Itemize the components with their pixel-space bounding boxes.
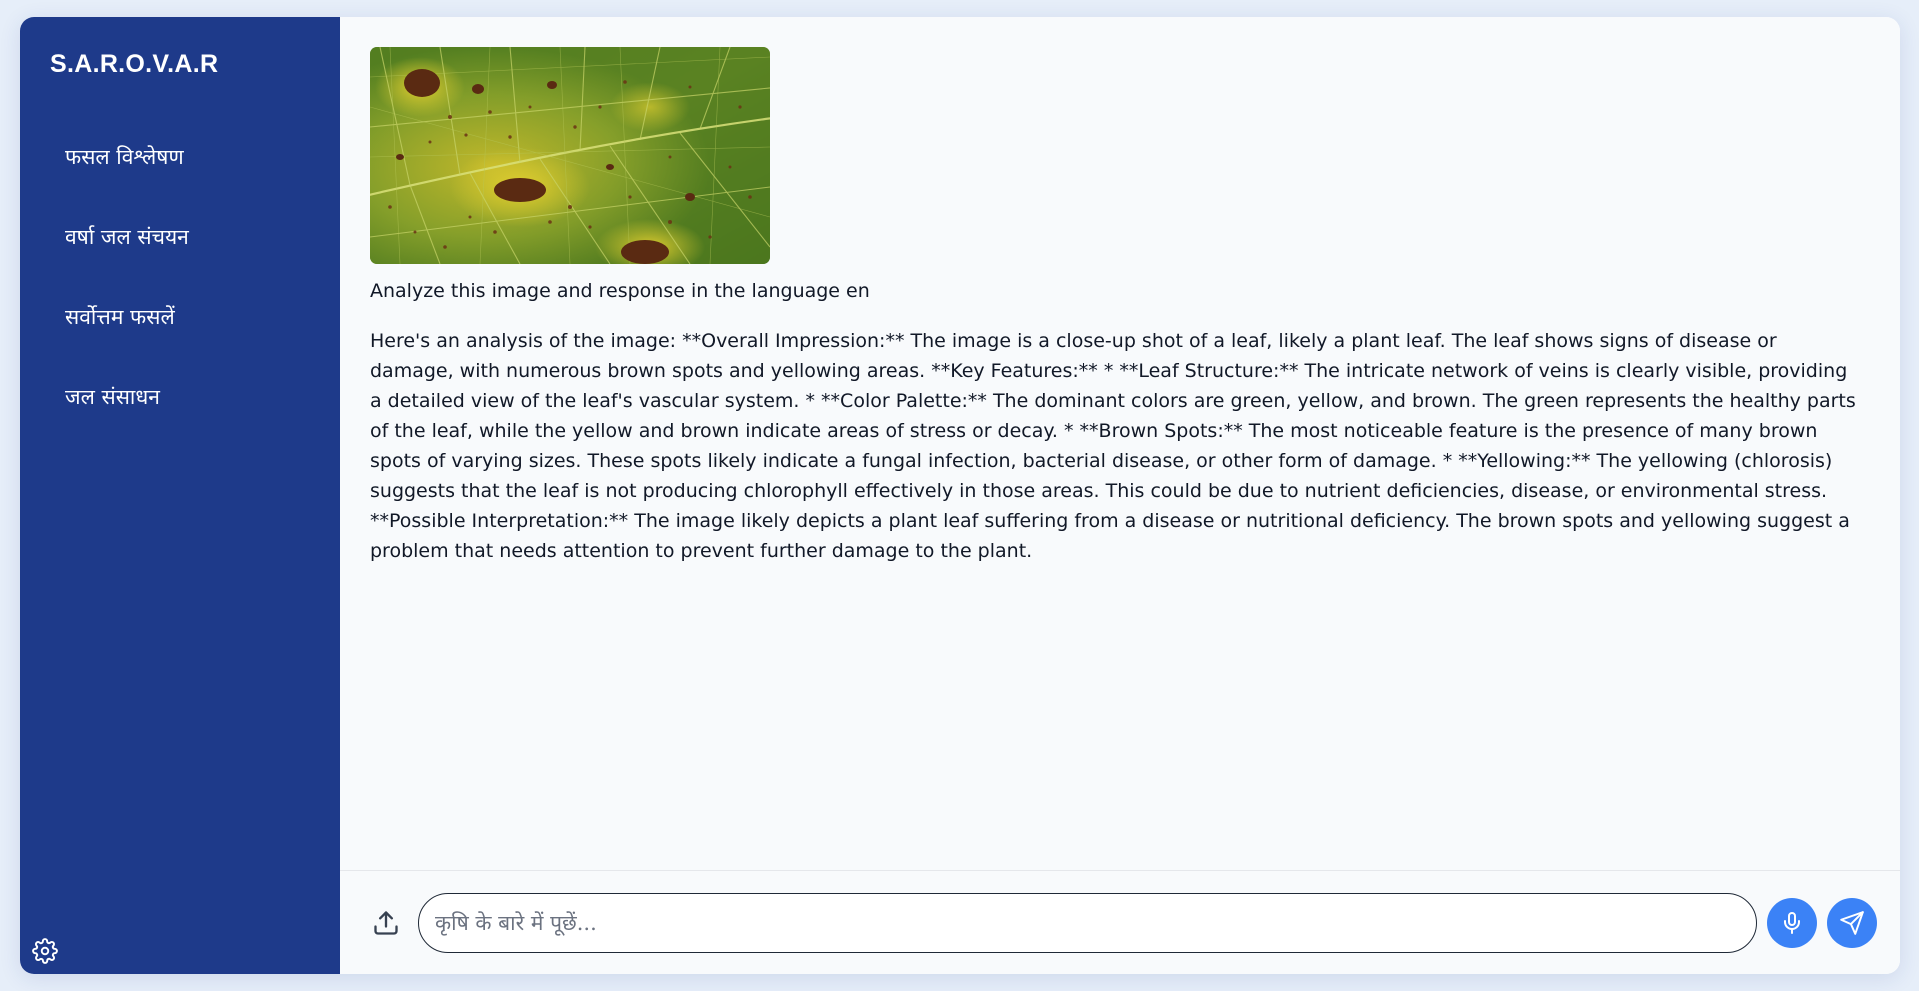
sidebar-item-label: वर्षा जल संचयन — [65, 225, 189, 249]
chat-input[interactable] — [418, 892, 1757, 953]
upload-button[interactable] — [366, 903, 406, 943]
assistant-message: Here's an analysis of the image: **Overa… — [370, 330, 1856, 562]
chat-area: Analyze this image and response in the l… — [340, 17, 1900, 974]
microphone-button[interactable] — [1767, 897, 1817, 948]
settings-button[interactable] — [30, 936, 60, 966]
sidebar: S.A.R.O.V.A.R फसल विश्लेषण वर्षा जल संचय… — [20, 17, 340, 974]
sidebar-item-label: जल संसाधन — [65, 385, 160, 409]
send-button[interactable] — [1827, 897, 1877, 948]
app-window: S.A.R.O.V.A.R फसल विश्लेषण वर्षा जल संचय… — [20, 17, 1900, 974]
uploaded-leaf-image — [370, 47, 770, 264]
sidebar-item-best-crops[interactable]: सर्वोत्तम फसलें — [20, 277, 340, 357]
sidebar-item-label: फसल विश्लेषण — [65, 145, 184, 169]
sidebar-item-crop-analysis[interactable]: फसल विश्लेषण — [20, 117, 340, 197]
sidebar-item-water-resources[interactable]: जल संसाधन — [20, 357, 340, 437]
upload-icon — [374, 910, 398, 935]
gear-icon — [32, 938, 58, 964]
brand-title: S.A.R.O.V.A.R — [50, 50, 219, 78]
sidebar-nav: फसल विश्लेषण वर्षा जल संचयन सर्वोत्तम फस… — [20, 117, 340, 437]
message-list: Analyze this image and response in the l… — [340, 17, 1900, 871]
microphone-icon — [1784, 911, 1800, 934]
message-composer — [340, 870, 1900, 974]
send-icon — [1840, 910, 1864, 935]
sidebar-item-rainwater-harvesting[interactable]: वर्षा जल संचयन — [20, 197, 340, 277]
sidebar-item-label: सर्वोत्तम फसलें — [65, 305, 175, 329]
user-message: Analyze this image and response in the l… — [370, 280, 870, 302]
